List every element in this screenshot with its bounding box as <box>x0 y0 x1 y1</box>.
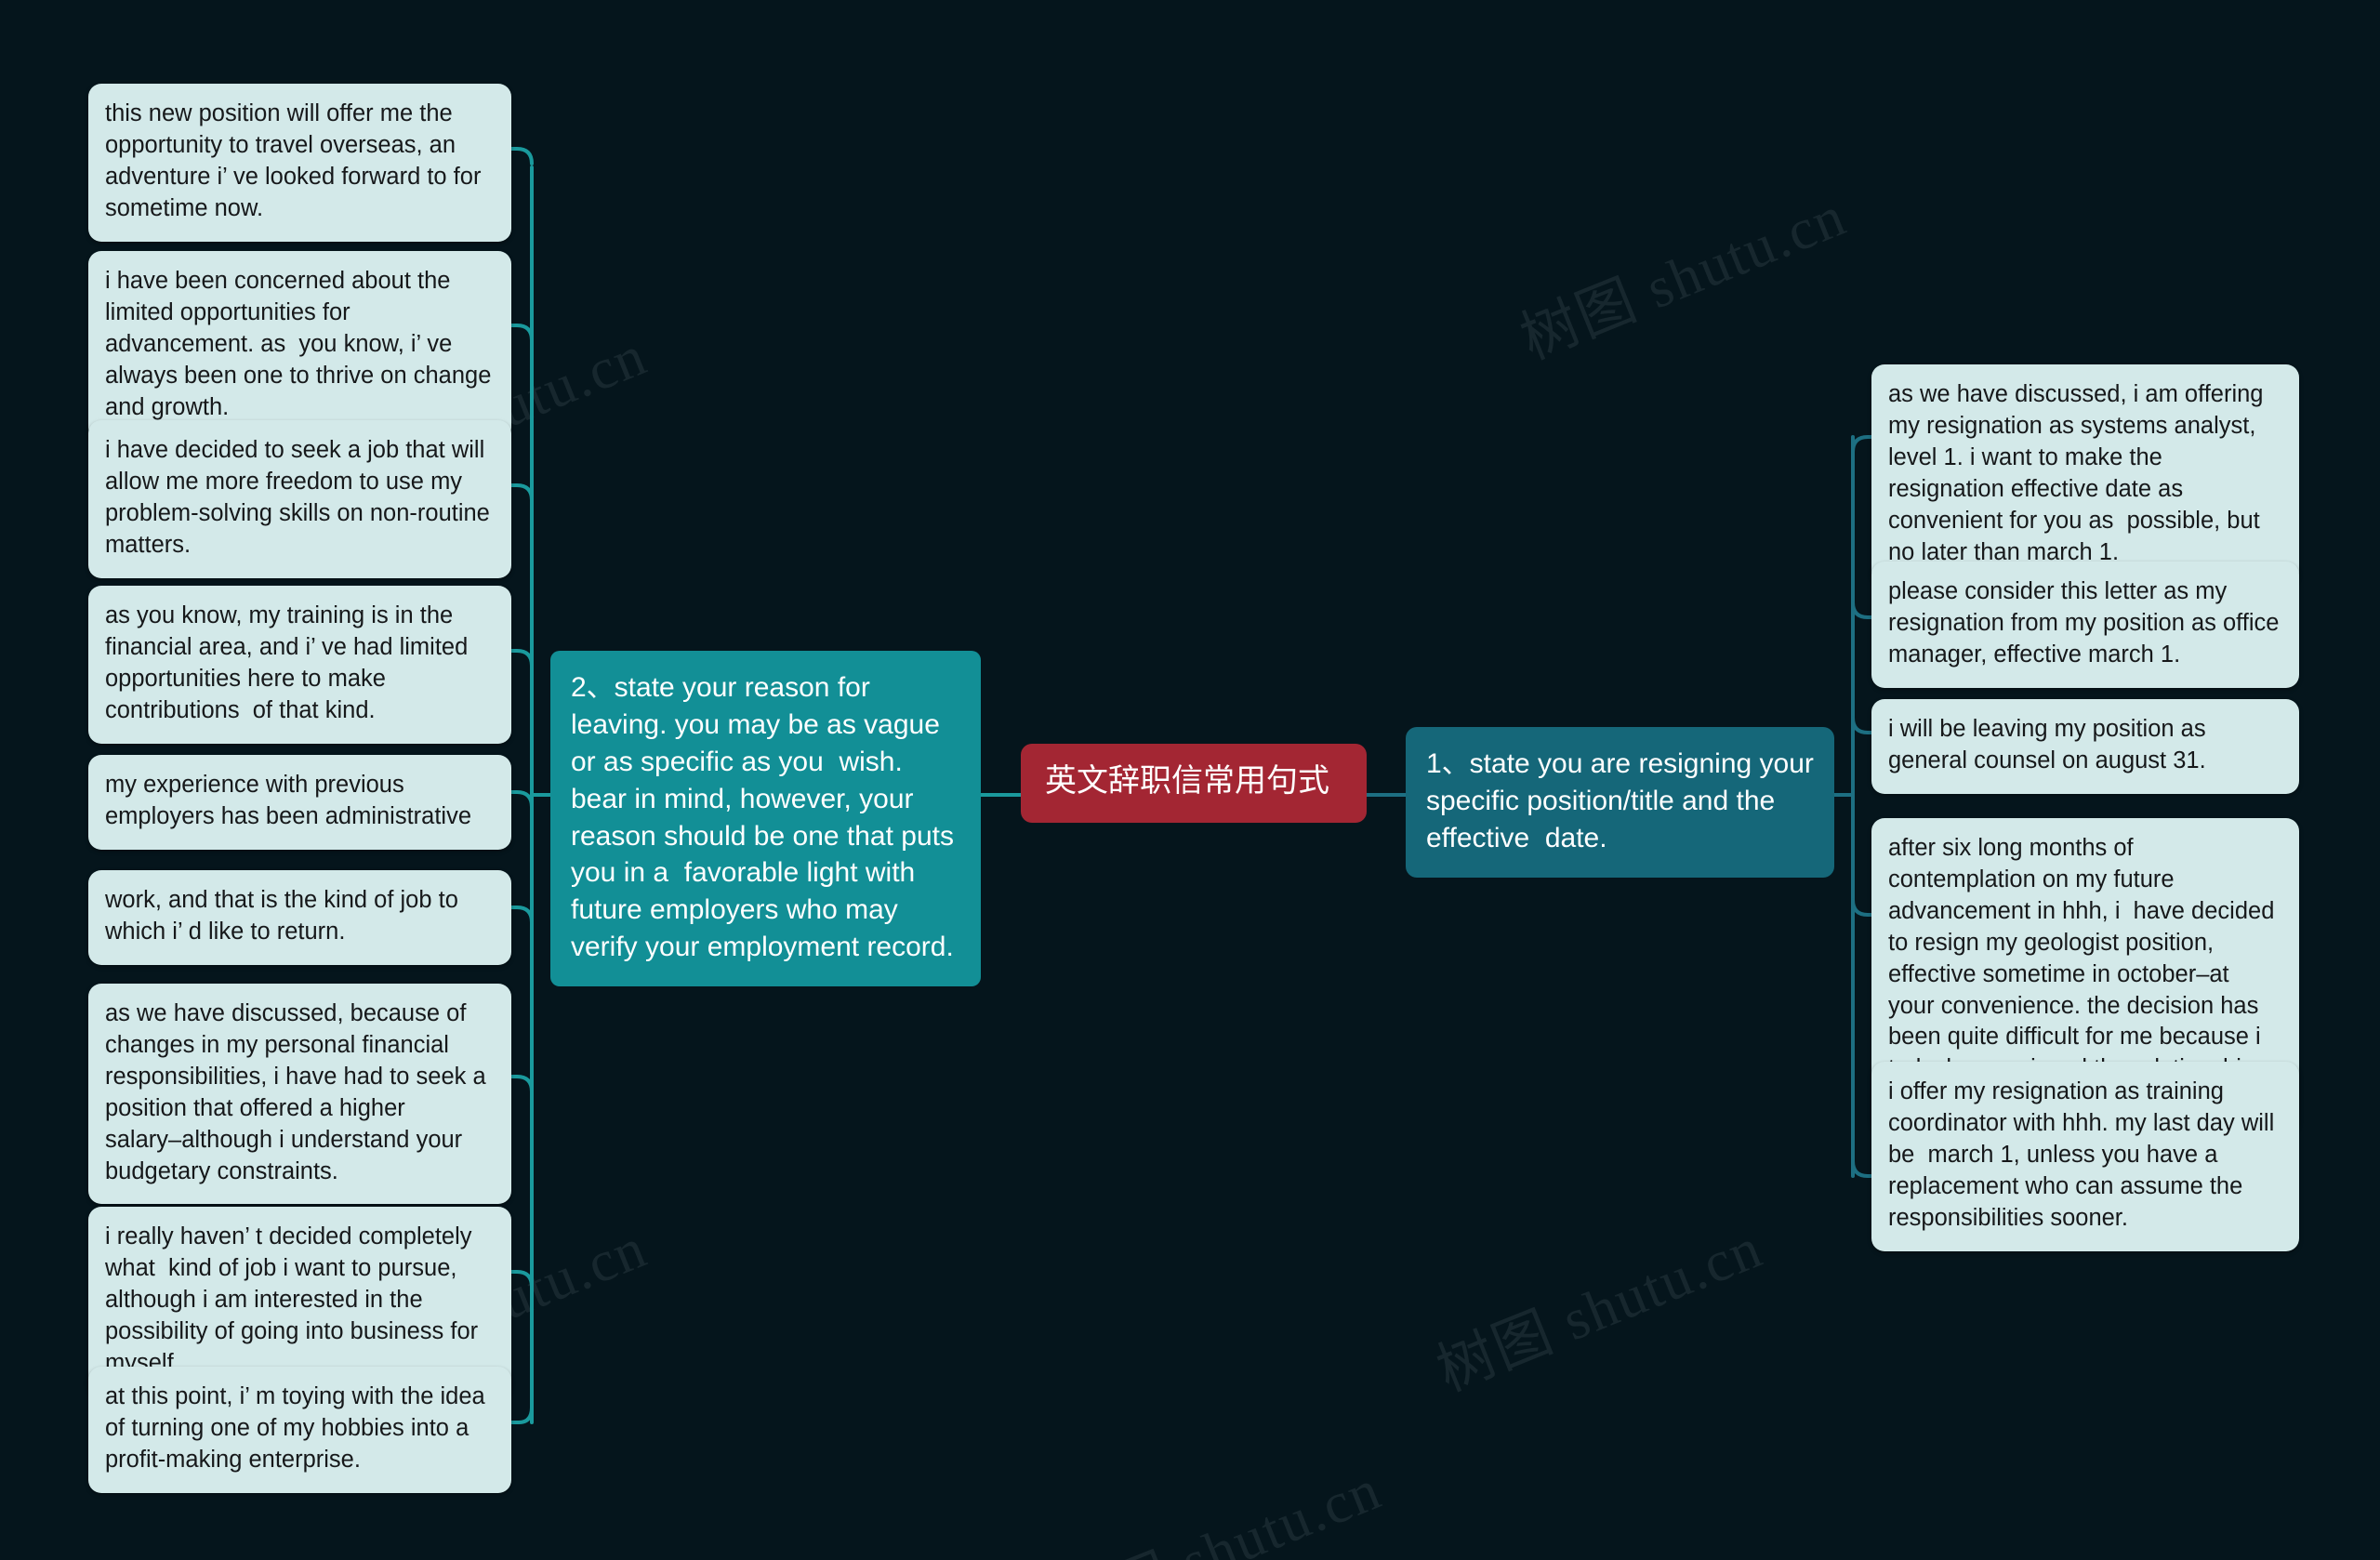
leaf-node-left-4[interactable]: as you know, my training is in the finan… <box>88 586 511 744</box>
leaf-node-right-3[interactable]: i will be leaving my position as general… <box>1871 699 2299 794</box>
leaf-node-right-2[interactable]: please consider this letter as my resign… <box>1871 562 2299 688</box>
mindmap-canvas[interactable]: 树图 shutu.cn 树图 shutu.cn 树图 shutu.cn 树图 s… <box>0 0 2380 1560</box>
leaf-node-left-3[interactable]: i have decided to seek a job that will a… <box>88 420 511 578</box>
connector-left-leaf-3 <box>509 483 534 502</box>
watermark: 树图 shutu.cn <box>1047 1458 1391 1560</box>
connector-right-leaf-5 <box>1851 1159 1875 1178</box>
branch-node-left[interactable]: 2、state your reason for leaving. you may… <box>550 651 981 987</box>
connector-left-leaf-7 <box>509 1075 534 1093</box>
connector-left-leaf-6 <box>509 906 534 924</box>
connector-left-leaf-8 <box>509 1270 534 1289</box>
leaf-node-left-1[interactable]: this new position will offer me the oppo… <box>88 84 511 242</box>
branch-node-right[interactable]: 1、state you are resigning your specific … <box>1406 727 1834 878</box>
watermark: 树图 shutu.cn <box>1428 1216 1772 1404</box>
connector-left-leaf-9 <box>509 1406 534 1424</box>
connector-left-leaf-4 <box>509 649 534 668</box>
leaf-node-left-9[interactable]: at this point, i’ m toying with the idea… <box>88 1367 511 1493</box>
leaf-node-right-5[interactable]: i offer my resignation as training coord… <box>1871 1062 2299 1251</box>
connector-right-leaf-1 <box>1851 435 1875 454</box>
leaf-node-left-6[interactable]: work, and that is the kind of job to whi… <box>88 870 511 965</box>
root-node[interactable]: 英文辞职信常用句式 <box>1021 744 1367 824</box>
leaf-node-left-2[interactable]: i have been concerned about the limited … <box>88 251 511 441</box>
connector-right-leaf-4 <box>1851 898 1875 917</box>
connector-left-leaf-2 <box>509 324 534 342</box>
leaf-node-right-1[interactable]: as we have discussed, i am offering my r… <box>1871 364 2299 586</box>
watermark: 树图 shutu.cn <box>1512 184 1856 372</box>
leaf-node-left-7[interactable]: as we have discussed, because of changes… <box>88 984 511 1205</box>
connector-right-leaf-3 <box>1851 716 1875 734</box>
connector-left-leaf-5 <box>509 790 534 809</box>
leaf-node-left-5[interactable]: my experience with previous employers ha… <box>88 755 511 850</box>
connector-right-leaf-2 <box>1851 601 1875 619</box>
connector-left-leaf-1 <box>509 147 534 165</box>
